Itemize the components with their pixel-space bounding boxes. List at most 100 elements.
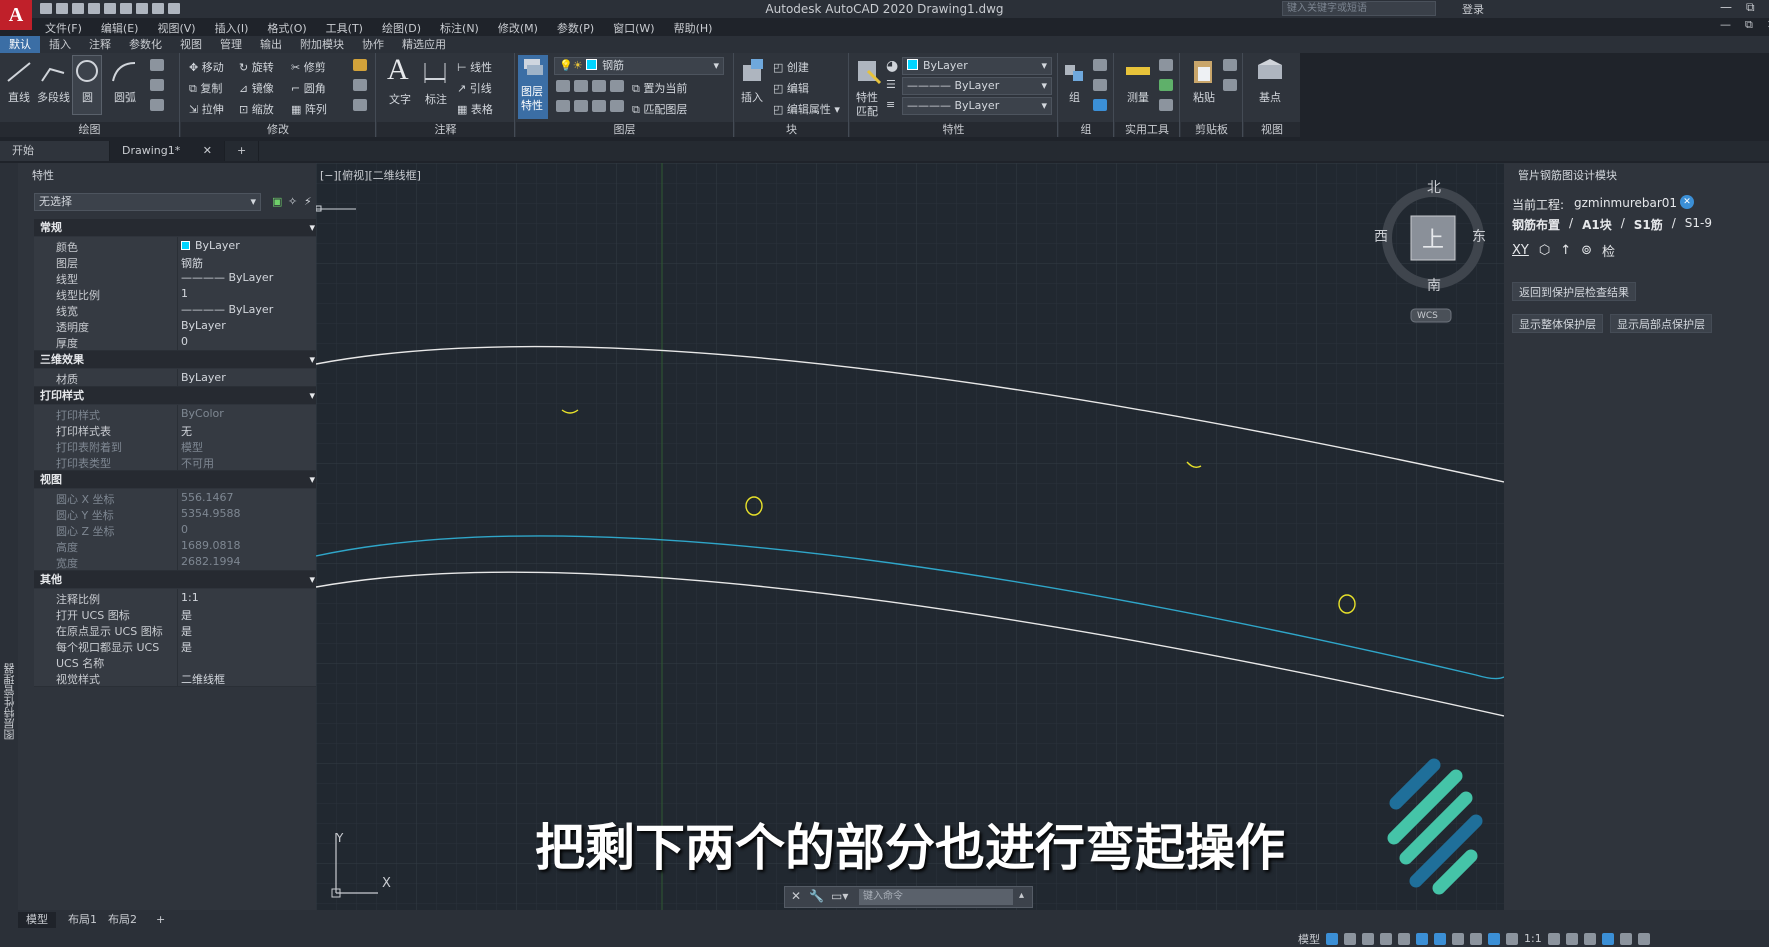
wcs-label[interactable]: WCS [1417, 311, 1438, 321]
menu-modify[interactable]: 修改(M) [489, 18, 548, 36]
dimension-button[interactable]: 标注 [425, 91, 447, 107]
drawing-canvas[interactable] [316, 163, 1504, 910]
compass-west[interactable]: 西 [1374, 226, 1388, 246]
draw-panel-title[interactable]: 绘图 [0, 122, 179, 137]
property-row[interactable]: 材质 ByLayer [34, 369, 321, 387]
autocad-logo-button[interactable]: A [0, 0, 32, 30]
color-dropdown[interactable]: ByLayer ▾ [902, 57, 1052, 75]
scale-button[interactable]: ⊡ 缩放 [239, 101, 274, 117]
insert-block-icon[interactable] [739, 57, 767, 85]
cut-icon[interactable] [1223, 59, 1237, 71]
property-row[interactable]: 宽度 2682.1994 [34, 553, 321, 571]
tab-start[interactable]: 开始 [0, 141, 110, 161]
quick-calc-icon[interactable] [1159, 59, 1173, 71]
group-icon[interactable] [1063, 57, 1087, 85]
isolate-objects-icon[interactable] [1601, 932, 1614, 945]
layer-thaw-icon[interactable] [574, 100, 588, 112]
match-properties-label-2[interactable]: 匹配 [856, 103, 878, 119]
menu-edit[interactable]: 编辑(E) [92, 18, 149, 36]
property-value[interactable]: 5354.9588 [181, 507, 241, 520]
edit-attributes-button[interactable]: ◰ 编辑属性 ▾ [773, 101, 840, 117]
menu-help[interactable]: 帮助(H) [665, 18, 723, 36]
rotate-button[interactable]: ↻ 旋转 [239, 59, 274, 75]
property-row[interactable]: 打印表类型 不可用 [34, 453, 321, 471]
modify-panel-title[interactable]: 修改 [181, 122, 375, 137]
view-panel-title[interactable]: 视图 [1244, 122, 1300, 137]
collapse-icon[interactable]: ▾ [309, 387, 315, 404]
show-local-cover-button[interactable]: 显示局部点保护层 [1610, 314, 1712, 333]
stretch-button[interactable]: ⇲ 拉伸 [189, 101, 224, 117]
linear-button[interactable]: ⊢ 线性 [457, 59, 492, 75]
quick-select-icon[interactable]: ⚡ [304, 195, 312, 208]
isodraft-icon[interactable] [1398, 932, 1410, 945]
property-value[interactable]: ByLayer [181, 371, 226, 384]
layer-lock-icon[interactable] [610, 80, 624, 92]
command-input[interactable]: 键入命令 [859, 889, 1013, 905]
property-value[interactable]: ByLayer [181, 319, 226, 332]
collapse-icon[interactable]: ▾ [309, 571, 315, 588]
layer-freeze-icon[interactable] [592, 80, 606, 92]
color-wheel-icon[interactable]: ◕ [886, 58, 898, 74]
make-current-button[interactable]: ⧉ 置为当前 [632, 80, 687, 96]
show-overall-cover-button[interactable]: 显示整体保护层 [1512, 314, 1603, 333]
group-edit-icon[interactable] [1093, 79, 1107, 91]
return-to-cover-check-button[interactable]: 返回到保护层检查结果 [1512, 282, 1636, 301]
measure-icon[interactable] [1125, 59, 1151, 83]
save-icon[interactable] [72, 2, 84, 14]
layer-off-icon[interactable] [556, 80, 570, 92]
menu-view[interactable]: 视图(V) [148, 18, 205, 36]
web-icon[interactable] [104, 2, 116, 14]
property-section-header[interactable]: 其他 ▾ [34, 571, 321, 588]
offset-icon[interactable] [353, 99, 367, 111]
add-layout-button[interactable]: + [148, 912, 173, 928]
linetype-dropdown[interactable]: ———— ByLayer ▾ [902, 77, 1052, 95]
collapse-icon[interactable]: ▾ [309, 219, 315, 236]
polyline-button[interactable]: 多段线 [37, 89, 70, 105]
plot-icon[interactable] [136, 2, 148, 14]
tab-view[interactable]: 视图 [171, 36, 211, 53]
cube-icon[interactable]: ⬡ [1539, 243, 1550, 258]
compass-north[interactable]: 北 [1427, 177, 1441, 197]
block-panel-title[interactable]: 块 [735, 122, 848, 137]
ortho-icon[interactable] [1362, 932, 1374, 945]
redo-icon[interactable] [168, 2, 180, 14]
menu-tools[interactable]: 工具(T) [317, 18, 373, 36]
layer-unisolate-icon[interactable] [556, 100, 570, 112]
layout-tab-model[interactable]: 模型 [18, 912, 56, 928]
explode-icon[interactable] [353, 79, 367, 91]
close-command-icon[interactable]: ✕ [791, 889, 801, 903]
group-button[interactable]: 组 [1069, 89, 1080, 105]
tab-insert[interactable]: 插入 [40, 36, 80, 53]
toggle-pickadd-icon[interactable]: ▣ [272, 195, 282, 208]
paste-button[interactable]: 粘贴 [1193, 89, 1215, 105]
tab-parametric[interactable]: 参数化 [120, 36, 171, 53]
property-row[interactable]: 视觉样式 二维线框 [34, 669, 321, 687]
menu-window[interactable]: 窗口(W) [604, 18, 664, 36]
text-icon[interactable]: A [387, 53, 409, 87]
fullscreen-icon[interactable] [1619, 932, 1632, 945]
osnap-icon[interactable] [1434, 932, 1446, 945]
group-select-icon[interactable] [1093, 99, 1107, 111]
trim-button[interactable]: ✂ 修剪 [291, 59, 326, 75]
customization-menu-icon[interactable] [1637, 932, 1650, 945]
open-icon[interactable] [56, 2, 68, 14]
create-block-button[interactable]: ◰ 创建 [773, 59, 809, 75]
tab-output[interactable]: 输出 [251, 36, 291, 53]
selection-dropdown[interactable]: 无选择 ▾ [34, 193, 261, 211]
undo-icon[interactable] [152, 2, 164, 14]
collapse-icon[interactable]: ▾ [309, 471, 315, 488]
menu-format[interactable]: 格式(O) [258, 18, 316, 36]
recent-commands-icon[interactable]: ▭▾ [831, 889, 848, 903]
fillet-button[interactable]: ⌐ 圆角 [291, 80, 326, 96]
settings-icon[interactable]: ⊚ [1581, 243, 1592, 258]
hatch-icon[interactable] [150, 79, 164, 91]
menu-insert[interactable]: 插入(I) [206, 18, 259, 36]
layer-unlock-icon[interactable] [592, 100, 606, 112]
menu-file[interactable]: 文件(F) [36, 18, 92, 36]
property-value[interactable]: ———— ByLayer [181, 271, 273, 284]
arc-button[interactable]: 圆弧 [114, 89, 136, 105]
viewport-controls-label[interactable]: [−][俯视][二维线框] [320, 167, 421, 183]
boundary-icon[interactable] [150, 99, 164, 111]
property-value[interactable]: 二维线框 [181, 671, 225, 687]
tab-manage[interactable]: 管理 [211, 36, 251, 53]
